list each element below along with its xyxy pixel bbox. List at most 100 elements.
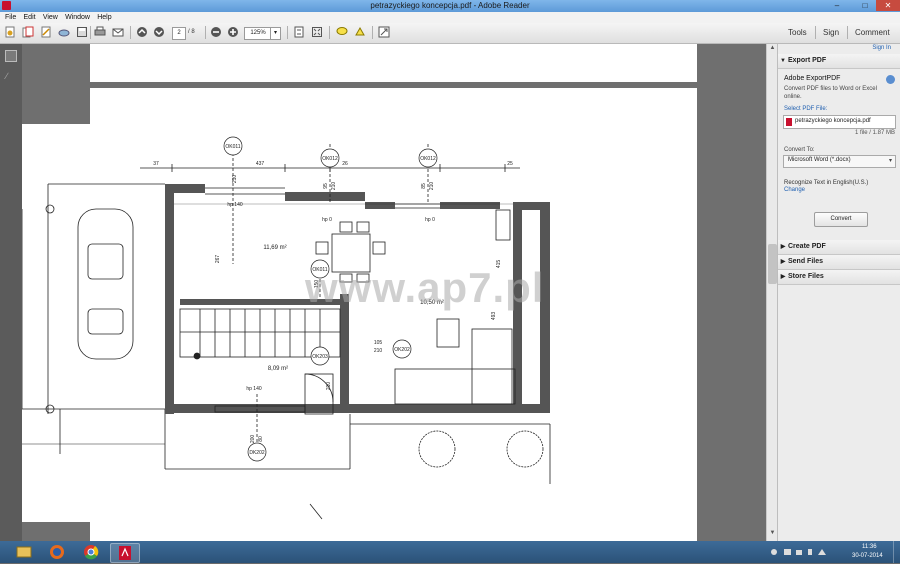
door-tag: OK203 — [312, 354, 328, 360]
send-files-label: Send Files — [788, 258, 824, 265]
attachments-icon[interactable]: ∕ — [6, 72, 14, 81]
tab-sign[interactable]: Sign — [823, 26, 839, 40]
recognize-text-label: Recognize Text in English(U.S.) — [784, 180, 869, 186]
page-thumbnails-icon[interactable] — [5, 50, 17, 62]
dimension-label: 85 — [421, 183, 427, 189]
chevron-down-icon: ▾ — [888, 158, 892, 164]
collapse-arrow-icon: ▼ — [780, 58, 786, 64]
zoom-in-icon[interactable] — [227, 26, 239, 38]
export-pdf-header[interactable]: ▼ Export PDF — [778, 54, 900, 69]
minimize-button[interactable]: – — [824, 0, 850, 11]
page-gap — [22, 522, 90, 541]
previous-page-icon[interactable] — [136, 26, 148, 38]
export-pdf-label: Export PDF — [788, 57, 827, 64]
system-tray-icons[interactable] — [770, 547, 830, 557]
email-icon[interactable] — [112, 26, 124, 38]
zoom-dropdown-icon[interactable]: ▾ — [270, 27, 281, 40]
toolbar-separator — [287, 26, 288, 39]
adobe-reader-icon[interactable] — [110, 543, 140, 563]
tab-tools[interactable]: Tools — [788, 26, 807, 40]
dimension-label: 210 — [232, 175, 238, 184]
comment-icon[interactable] — [336, 26, 348, 38]
page-number-input[interactable]: 2 — [172, 27, 186, 40]
send-files-header[interactable]: ▶ Send Files — [778, 255, 900, 270]
file-explorer-icon[interactable] — [10, 543, 38, 561]
tools-pane: Sign In ▼ Export PDF Adobe ExportPDF Conv… — [777, 44, 900, 541]
page-count: / 8 — [188, 29, 195, 35]
menu-view[interactable]: View — [43, 12, 58, 23]
dimension-label: 267 — [215, 255, 221, 264]
export-service-icon — [886, 75, 895, 84]
cloud-icon[interactable] — [58, 26, 70, 38]
create-pdf-icon[interactable] — [4, 26, 16, 38]
door-tag: OK202 — [394, 347, 410, 353]
scroll-up-arrow[interactable]: ▲ — [768, 45, 777, 54]
file-name: petrazyckiego koncepcja.pdf — [795, 118, 871, 124]
expand-icon[interactable] — [378, 26, 390, 38]
height-label: hp 0 — [322, 217, 332, 223]
menu-window[interactable]: Window — [65, 12, 90, 23]
close-button[interactable]: ✕ — [876, 0, 900, 11]
document-view[interactable]: OK011 OK012 OK012 OK011 OK203 OK202 DK20… — [22, 44, 766, 541]
dimension-label: 200 — [250, 435, 256, 444]
menu-edit[interactable]: Edit — [24, 12, 36, 23]
convert-to-value: Microsoft Word (*.docx) — [788, 157, 851, 163]
convert-to-dropdown[interactable]: Microsoft Word (*.docx) ▾ — [783, 155, 896, 168]
fit-page-icon[interactable] — [293, 26, 305, 38]
sign-in-link[interactable]: Sign In — [872, 45, 891, 51]
top-dimension: 25 — [507, 161, 513, 167]
navigation-pane: ∕ — [0, 44, 23, 541]
selected-file-field[interactable]: petrazyckiego koncepcja.pdf — [783, 115, 896, 129]
room-area: 8,09 m² — [268, 366, 288, 372]
door-tag: OK012 — [322, 156, 338, 162]
toolbar-separator — [130, 26, 131, 39]
tab-comment[interactable]: Comment — [855, 26, 890, 40]
dimension-label: 210 — [331, 182, 337, 191]
change-link[interactable]: Change — [784, 187, 805, 193]
store-files-header[interactable]: ▶ Store Files — [778, 270, 900, 285]
export-pdf-description: Convert PDF files to Word or Excel onlin… — [784, 86, 877, 100]
clock-time[interactable]: 11:36 — [862, 544, 877, 550]
create-pdf-header[interactable]: ▶ Create PDF — [778, 240, 900, 255]
firefox-icon[interactable] — [43, 543, 71, 561]
toolbar-separator — [847, 26, 848, 39]
maximize-button[interactable]: □ — [852, 0, 878, 11]
edit-icon[interactable] — [40, 26, 52, 38]
title-bar: petrazyckiego koncepcja.pdf - Adobe Read… — [0, 0, 900, 12]
highlight-icon[interactable] — [354, 26, 366, 38]
next-page-icon[interactable] — [153, 26, 165, 38]
height-label: hp 140 — [227, 202, 243, 208]
top-dimension: 37 — [153, 161, 159, 167]
height-label: hp 0 — [425, 217, 435, 223]
create-pdf-label: Create PDF — [788, 243, 826, 250]
export-pdf-title: Adobe ExportPDF — [784, 75, 841, 82]
zoom-out-icon[interactable] — [210, 26, 222, 38]
dimension-label: 95 — [323, 183, 329, 189]
convert-button[interactable]: Convert — [814, 212, 868, 227]
window-title: petrazyckiego koncepcja.pdf - Adobe Read… — [370, 1, 530, 10]
toolbar-separator — [329, 26, 330, 39]
convert-to-label: Convert To: — [784, 147, 815, 153]
scroll-down-arrow[interactable]: ▼ — [768, 530, 777, 539]
door-tag: OK012 — [420, 156, 436, 162]
print-icon[interactable] — [94, 26, 106, 38]
watermark: www.ap7.pl — [305, 264, 545, 311]
height-label: hp 140 — [246, 386, 262, 392]
combine-files-icon[interactable] — [22, 26, 34, 38]
toolbar-separator — [90, 26, 91, 39]
zoom-input[interactable]: 125% — [244, 27, 272, 40]
dimension-label: 493 — [491, 312, 497, 321]
save-icon[interactable] — [76, 26, 88, 38]
scroll-thumb[interactable] — [768, 244, 777, 284]
top-dimension: 26 — [342, 161, 348, 167]
clock-date[interactable]: 30-07-2014 — [852, 553, 883, 559]
menu-file[interactable]: File — [5, 12, 16, 23]
store-files-label: Store Files — [788, 273, 824, 280]
fullscreen-icon[interactable] — [311, 26, 323, 38]
expand-arrow-icon: ▶ — [780, 274, 786, 280]
chrome-icon[interactable] — [77, 543, 105, 561]
floor-plan-drawing: OK011 OK012 OK012 OK011 OK203 OK202 DK20… — [22, 136, 551, 520]
pdf-page-previous — [90, 44, 697, 82]
show-desktop-button[interactable] — [893, 541, 900, 563]
menu-help[interactable]: Help — [97, 12, 111, 23]
